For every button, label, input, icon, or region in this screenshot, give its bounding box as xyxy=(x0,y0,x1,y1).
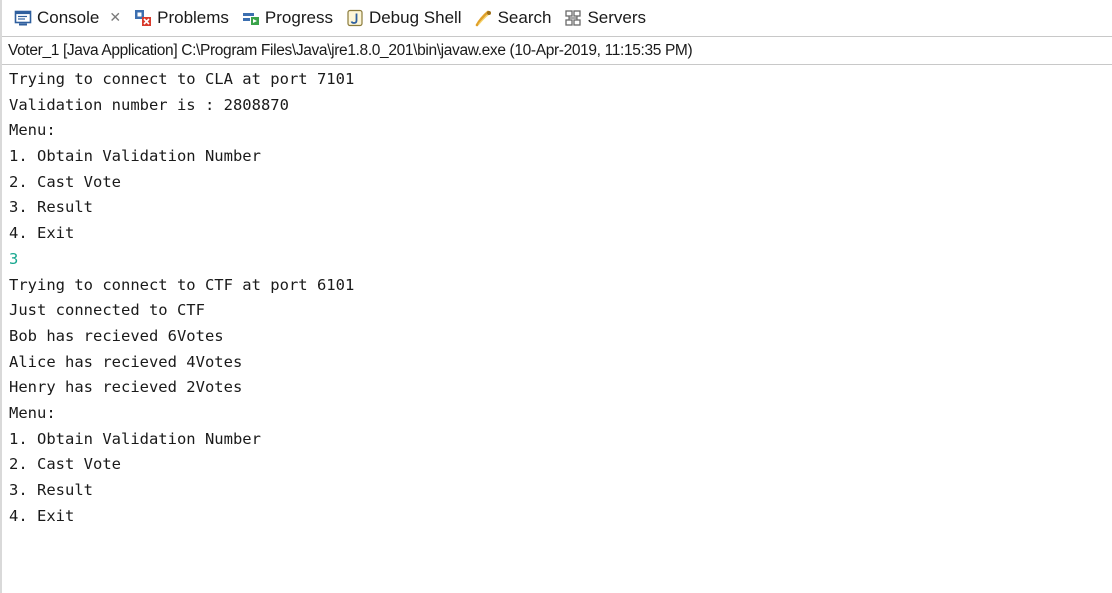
tab-label: Servers xyxy=(587,8,647,27)
console-line: Henry has recieved 2Votes xyxy=(9,378,243,397)
console-line: Trying to connect to CLA at port 7101 xyxy=(9,70,355,88)
console-line: 2. Cast Vote xyxy=(9,172,121,191)
console-line: 3. Result xyxy=(9,198,93,217)
debug-shell-icon xyxy=(346,9,364,27)
tab-label: Progress xyxy=(264,8,333,27)
console-line: 1. Obtain Validation Number xyxy=(9,147,261,166)
tab-label: Problems xyxy=(157,8,229,27)
tab-debug-shell[interactable]: Debug Shell xyxy=(346,8,462,28)
console-line: Menu: xyxy=(9,403,56,422)
tab-label: Console xyxy=(37,8,100,27)
console-output[interactable]: Trying to connect to CLA at port 7101 Val… xyxy=(9,67,1109,529)
tab-progress[interactable]: Progress xyxy=(242,8,333,28)
console-line: 2. Cast Vote xyxy=(9,455,121,474)
tab-label: Debug Shell xyxy=(368,8,462,27)
console-line: Bob has recieved 6Votes xyxy=(9,326,224,345)
tab-search[interactable]: Search xyxy=(475,8,552,28)
console-input-line: 3 xyxy=(9,249,19,268)
close-icon[interactable]: ✕ xyxy=(109,10,121,26)
tab-problems[interactable]: Problems xyxy=(134,8,229,28)
search-icon xyxy=(475,9,493,27)
console-line: 1. Obtain Validation Number xyxy=(9,429,261,448)
console-line: Alice has recieved 4Votes xyxy=(9,352,243,371)
console-line: Menu: xyxy=(9,121,56,140)
problems-icon xyxy=(134,9,152,27)
console-line: 4. Exit xyxy=(9,224,75,243)
console-line: 4. Exit xyxy=(9,506,75,525)
tab-label: Search xyxy=(497,8,552,27)
console-view: Console ✕ Problems Progress Debug Shell … xyxy=(0,0,1112,593)
console-line: Trying to connect to CTF at port 6101 xyxy=(9,275,355,294)
view-tab-bar: Console ✕ Problems Progress Debug Shell … xyxy=(2,0,1112,36)
console-line: Just connected to CTF xyxy=(9,301,205,320)
console-line: Validation number is : 2808870 xyxy=(9,95,289,114)
servers-icon xyxy=(564,9,582,27)
progress-icon xyxy=(242,9,260,27)
console-line: 3. Result xyxy=(9,481,93,499)
launch-info: Voter_1 [Java Application] C:\Program Fi… xyxy=(2,36,1112,65)
tab-servers[interactable]: Servers xyxy=(564,8,646,28)
tab-console[interactable]: Console ✕ xyxy=(14,8,121,28)
console-icon xyxy=(14,9,32,27)
